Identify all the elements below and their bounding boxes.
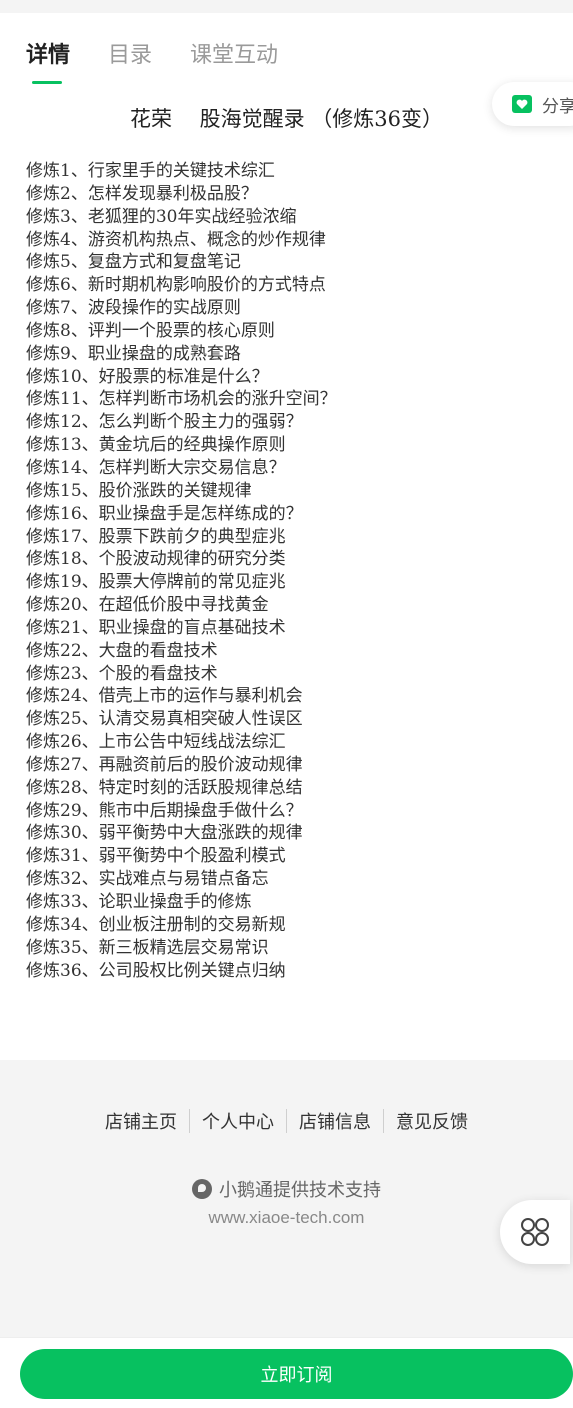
tab-details[interactable]: 详情 [26,40,70,70]
footer-link-feedback[interactable]: 意见反馈 [384,1108,480,1134]
floating-menu-button[interactable] [500,1200,570,1264]
footer-link-shop-home[interactable]: 店铺主页 [93,1108,189,1134]
footer-link-personal-center[interactable]: 个人中心 [190,1108,286,1134]
chapter-item: 修炼23、个股的看盘技术 [26,663,218,684]
chapter-item: 修炼15、股价涨跌的关键规律 [26,480,252,501]
xiaoe-logo-icon [192,1179,212,1199]
chapter-item: 修炼36、公司股权比例关键点归纳 [26,960,286,981]
chapter-item: 修炼5、复盘方式和复盘笔记 [26,252,241,273]
chapter-item: 修炼12、怎么判断个股主力的强弱？ [26,412,303,433]
chapter-item: 修炼25、认清交易真相突破人性误区 [26,709,303,730]
chapter-item: 修炼18、个股波动规律的研究分类 [26,549,286,570]
chapter-item: 修炼14、怎样判断大宗交易信息？ [26,457,286,478]
chapter-item: 修炼32、实战难点与易错点备忘 [26,869,269,890]
chapter-item: 修炼27、再融资前后的股价波动规律 [26,754,303,775]
footer: 店铺主页 个人中心 店铺信息 意见反馈 小鹅通提供技术支持 www.xiaoe-… [0,1060,573,1337]
chapter-item: 修炼33、论职业操盘手的修炼 [26,892,252,912]
chapter-item: 修炼31、弱平衡势中个股盈利模式 [26,846,286,867]
content-title: 花荣 股海觉醒录 （修炼36变） [129,107,444,131]
footer-links: 店铺主页 个人中心 店铺信息 意见反馈 [0,1108,573,1134]
tab-catalog[interactable]: 目录 [108,40,152,70]
chapter-item: 修炼9、职业操盘的成熟套路 [26,343,241,364]
chapter-item: 修炼7、波段操作的实战原则 [26,298,241,319]
chapter-item: 修炼22、大盘的看盘技术 [26,640,218,661]
chapter-item: 修炼3、老狐狸的30年实战经验浓缩 [26,206,297,227]
subscribe-button[interactable]: 立即订阅 [20,1349,573,1399]
bottom-action-bar: 立即订阅 [0,1337,573,1408]
chapter-item: 修炼30、弱平衡势中大盘涨跌的规律 [26,823,303,844]
chapter-item: 修炼19、股票大停牌前的常见症兆 [26,572,286,593]
chapter-item: 修炼1、行家里手的关键技术综汇 [26,161,275,181]
chapter-item: 修炼6、新时期机构影响股价的方式特点 [26,275,326,296]
chapter-item: 修炼17、股票下跌前夕的典型症兆 [26,526,286,547]
powered-by-text: 小鹅通提供技术支持 [219,1180,381,1200]
chapter-list: 修炼1、行家里手的关键技术综汇 修炼2、怎样发现暴利极品股？ 修炼3、老狐狸的30年… [26,160,566,982]
chapter-item: 修炼26、上市公告中短线战法综汇 [26,732,286,753]
chapter-item: 修炼20、在超低价股中寻找黄金 [26,595,269,616]
chapter-item: 修炼34、创业板注册制的交易新规 [26,914,286,935]
tab-class-interaction[interactable]: 课堂互动 [190,40,278,70]
chapter-item: 修炼29、熊市中后期操盘手做什么？ [26,800,303,821]
chapter-item: 修炼10、好股票的标准是什么？ [26,366,269,387]
chapter-item: 修炼4、游资机构热点、概念的炒作规律 [26,229,326,250]
chapter-item: 修炼11、怎样判断市场机会的涨升空间？ [26,389,337,410]
site-url: www.xiaoe-tech.com [208,1208,365,1227]
chapter-item: 修炼2、怎样发现暴利极品股？ [26,183,258,204]
chapter-item: 修炼8、评判一个股票的核心原则 [26,320,275,341]
footer-link-shop-info[interactable]: 店铺信息 [287,1108,383,1134]
chapter-item: 修炼24、借壳上市的运作与暴利机会 [26,686,303,707]
grid-menu-icon [521,1218,549,1246]
chapter-item: 修炼16、职业操盘手是怎样练成的？ [26,503,303,524]
top-strip [0,0,573,13]
chapter-item: 修炼35、新三板精选层交易常识 [26,937,269,958]
powered-by: 小鹅通提供技术支持 [0,1176,573,1202]
chapter-item: 修炼28、特定时刻的活跃股规律总结 [26,777,303,798]
chapter-item: 修炼13、黄金坑后的经典操作原则 [26,435,286,456]
active-tab-indicator [32,81,62,84]
chapter-item: 修炼21、职业操盘的盲点基础技术 [26,617,286,638]
